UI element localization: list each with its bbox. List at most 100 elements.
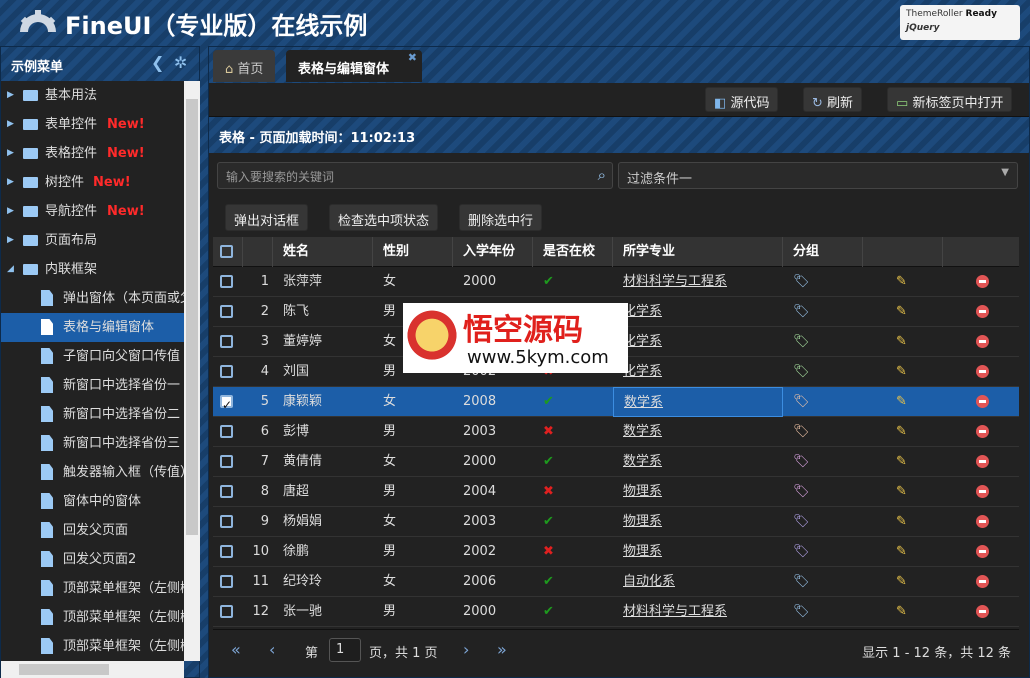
tag-icon[interactable]: 🏷︎: [793, 267, 810, 297]
tree-item[interactable]: ▶ 页面布局: [1, 226, 184, 255]
tab-home[interactable]: ⌂ 首页: [213, 50, 276, 82]
refresh-button[interactable]: ↻ 刷新: [803, 87, 863, 112]
tree-child-item[interactable]: 新窗口中选择省份二: [1, 400, 184, 429]
row-checkbox[interactable]: [220, 305, 233, 318]
tag-icon[interactable]: 🏷︎: [793, 567, 810, 597]
edit-pencil-icon[interactable]: ✎: [896, 597, 907, 627]
edit-pencil-icon[interactable]: ✎: [896, 567, 907, 597]
row-checkbox[interactable]: [220, 390, 233, 420]
tree-child-item[interactable]: 新窗口中选择省份三: [1, 429, 184, 458]
gear-icon[interactable]: ✲: [174, 53, 187, 72]
delete-icon[interactable]: [976, 477, 989, 507]
tab-grid-editor[interactable]: 表格与编辑窗体 ✖: [286, 50, 422, 82]
tag-icon[interactable]: 🏷︎: [793, 357, 810, 387]
source-code-button[interactable]: ◧ 源代码: [705, 87, 779, 112]
collapsed-arrow-icon[interactable]: ▶: [7, 139, 14, 168]
first-page-icon[interactable]: «: [231, 640, 241, 659]
table-row[interactable]: 1 张萍萍 女 2000 ✔ 材料科学与工程系 🏷︎ ✎: [213, 267, 1019, 297]
next-page-icon[interactable]: ›: [463, 640, 469, 659]
delete-icon[interactable]: [976, 507, 989, 537]
search-input[interactable]: 输入要搜索的关键词 ⌕: [217, 162, 613, 189]
filter-select[interactable]: 过滤条件一 ▼: [618, 162, 1018, 189]
row-checkbox[interactable]: [220, 575, 233, 588]
tree-child-item[interactable]: 子窗口向父窗口传值: [1, 342, 184, 371]
check-selection-button[interactable]: 检查选中项状态: [329, 204, 439, 231]
tree-child-item[interactable]: 顶部菜单框架（左侧树）: [1, 632, 184, 661]
edit-pencil-icon[interactable]: ✎: [896, 477, 907, 507]
delete-icon[interactable]: [976, 267, 989, 297]
prev-page-icon[interactable]: ‹: [269, 640, 275, 659]
tree-item[interactable]: ▶ 基本用法: [1, 81, 184, 110]
delete-icon[interactable]: [976, 447, 989, 477]
tag-icon[interactable]: 🏷︎: [793, 447, 810, 477]
tree-child-item[interactable]: 回发父页面: [1, 516, 184, 545]
tree-item[interactable]: ▶ 表格控件 New!: [1, 139, 184, 168]
major-link[interactable]: 数学系: [623, 424, 662, 439]
open-new-tab-button[interactable]: ▭ 新标签页中打开: [887, 87, 1013, 112]
table-row[interactable]: 5 康颖颖 女 2008 ✔ 数学系 🏷︎ ✎: [213, 387, 1019, 420]
header-major[interactable]: 所学专业: [613, 237, 783, 267]
header-gender[interactable]: 性别: [373, 237, 453, 267]
edit-pencil-icon[interactable]: ✎: [896, 387, 907, 417]
tag-icon[interactable]: 🏷︎: [793, 507, 810, 537]
popup-dialog-button[interactable]: 弹出对话框: [225, 204, 309, 231]
edit-pencil-icon[interactable]: ✎: [896, 417, 907, 447]
delete-icon[interactable]: [976, 327, 989, 357]
vertical-scrollbar[interactable]: [184, 81, 200, 661]
tree-child-item[interactable]: 新窗口中选择省份一: [1, 371, 184, 400]
major-link[interactable]: 物理系: [623, 484, 662, 499]
edit-pencil-icon[interactable]: ✎: [896, 357, 907, 387]
edit-pencil-icon[interactable]: ✎: [896, 267, 907, 297]
close-icon[interactable]: ✖: [408, 51, 417, 64]
major-link[interactable]: 自动化系: [623, 574, 675, 589]
tag-icon[interactable]: 🏷︎: [793, 477, 810, 507]
edit-pencil-icon[interactable]: ✎: [896, 297, 907, 327]
major-link[interactable]: 材料科学与工程系: [623, 604, 727, 619]
delete-icon[interactable]: [976, 387, 989, 417]
delete-icon[interactable]: [976, 297, 989, 327]
tree-item[interactable]: ◢ 内联框架: [1, 255, 184, 284]
search-icon[interactable]: ⌕: [598, 166, 606, 184]
tree-child-item[interactable]: 表格与编辑窗体: [1, 313, 184, 342]
major-link[interactable]: 物理系: [623, 514, 662, 529]
row-checkbox[interactable]: [220, 425, 233, 438]
row-checkbox[interactable]: [220, 335, 233, 348]
header-name[interactable]: 姓名: [273, 237, 373, 267]
major-link[interactable]: 化学系: [623, 304, 662, 319]
tree-child-item[interactable]: 触发器输入框（传值）: [1, 458, 184, 487]
collapsed-arrow-icon[interactable]: ▶: [7, 197, 14, 226]
major-link[interactable]: 物理系: [623, 544, 662, 559]
table-row[interactable]: 11 纪玲玲 女 2006 ✔ 自动化系 🏷︎ ✎: [213, 567, 1019, 597]
edit-pencil-icon[interactable]: ✎: [896, 447, 907, 477]
tag-icon[interactable]: 🏷︎: [793, 387, 810, 417]
tree-child-item[interactable]: 回发父页面2: [1, 545, 184, 574]
major-link[interactable]: 数学系: [623, 454, 662, 469]
major-link[interactable]: 材料科学与工程系: [623, 274, 727, 289]
table-row[interactable]: 12 张一驰 男 2000 ✔ 材料科学与工程系 🏷︎ ✎: [213, 597, 1019, 627]
edit-pencil-icon[interactable]: ✎: [896, 507, 907, 537]
collapsed-arrow-icon[interactable]: ▶: [7, 226, 14, 255]
delete-icon[interactable]: [976, 417, 989, 447]
delete-selected-button[interactable]: 删除选中行: [459, 204, 543, 231]
row-checkbox[interactable]: [220, 365, 233, 378]
chevron-left-icon[interactable]: ❮: [151, 53, 164, 72]
collapsed-arrow-icon[interactable]: ▶: [7, 110, 14, 139]
row-checkbox[interactable]: [220, 485, 233, 498]
row-checkbox[interactable]: [220, 515, 233, 528]
tree-child-item[interactable]: 窗体中的窗体: [1, 487, 184, 516]
major-link[interactable]: 数学系: [624, 395, 663, 410]
delete-icon[interactable]: [976, 537, 989, 567]
table-row[interactable]: 10 徐鹏 男 2002 ✖ 物理系 🏷︎ ✎: [213, 537, 1019, 567]
table-row[interactable]: 8 唐超 男 2004 ✖ 物理系 🏷︎ ✎: [213, 477, 1019, 507]
scroll-thumb[interactable]: [19, 664, 109, 675]
tree-item[interactable]: ▶ 树控件 New!: [1, 168, 184, 197]
themeroller-badge[interactable]: ThemeRoller Ready jQuery: [900, 5, 1020, 40]
scroll-thumb[interactable]: [186, 99, 198, 535]
collapsed-arrow-icon[interactable]: ▶: [7, 168, 14, 197]
page-number-input[interactable]: 1: [329, 638, 361, 662]
major-link[interactable]: 化学系: [623, 364, 662, 379]
header-year[interactable]: 入学年份: [453, 237, 533, 267]
header-group[interactable]: 分组: [783, 237, 863, 267]
tree-item[interactable]: ▶ 导航控件 New!: [1, 197, 184, 226]
tag-icon[interactable]: 🏷︎: [793, 297, 810, 327]
